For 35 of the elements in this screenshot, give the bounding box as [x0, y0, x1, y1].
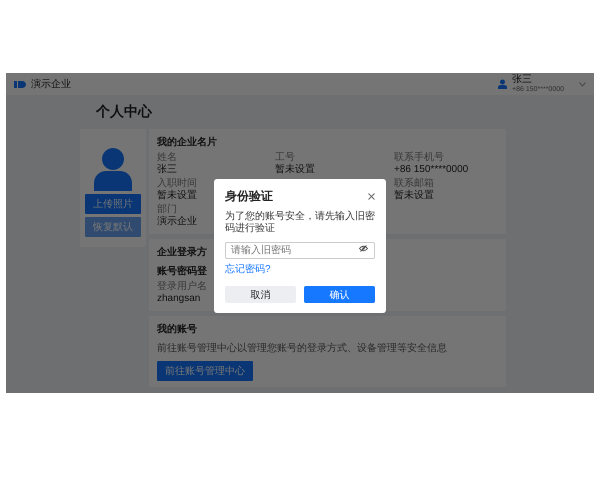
field-label: 工号: [275, 152, 295, 164]
field-value: 暂未设置: [394, 190, 434, 202]
dialog-title: 身份验证: [225, 188, 273, 205]
field-label: 联系邮箱: [394, 178, 434, 190]
field-label: 部门: [157, 204, 177, 216]
user-icon[interactable]: [498, 79, 508, 89]
card-title: 我的企业名片: [157, 136, 217, 149]
dialog-description: 为了您的账号安全，请先输入旧密码进行验证: [225, 211, 375, 235]
user-name: 张三: [512, 75, 534, 85]
field-value: zhangsan: [157, 293, 200, 305]
section-title: 企业登录方: [157, 245, 207, 259]
section-subtitle: 账号密码登: [157, 264, 207, 278]
field-value: +86 150****0000: [394, 164, 468, 176]
page-title: 个人中心: [96, 103, 154, 121]
company-name: 演示企业: [31, 78, 71, 91]
close-icon[interactable]: [368, 193, 375, 200]
logo-icon: [14, 80, 26, 88]
cancel-button[interactable]: 取消: [225, 286, 296, 303]
forgot-password-link[interactable]: 忘记密码?: [225, 262, 271, 276]
field-label: 登录用户名: [157, 281, 207, 293]
password-field[interactable]: 请输入旧密码: [225, 242, 375, 259]
field-value: 张三: [157, 164, 177, 176]
section-description: 前往账号管理中心以管理您账号的登录方式、设备管理等安全信息: [157, 342, 447, 355]
field-label: 姓名: [157, 152, 177, 164]
field-value: 暂未设置: [157, 190, 197, 202]
section-title: 我的账号: [157, 322, 197, 336]
field-value: 暂未设置: [275, 164, 315, 176]
field-value: 演示企业: [157, 216, 197, 228]
avatar-icon: [91, 147, 135, 191]
confirm-button[interactable]: 确认: [304, 286, 375, 303]
field-label: 联系手机号: [394, 152, 444, 164]
field-label: 入职时间: [157, 178, 197, 190]
account-center-button[interactable]: 前往账号管理中心: [157, 361, 253, 381]
photo-button[interactable]: 上传照片: [85, 194, 141, 214]
eye-slash-icon[interactable]: [359, 245, 368, 252]
